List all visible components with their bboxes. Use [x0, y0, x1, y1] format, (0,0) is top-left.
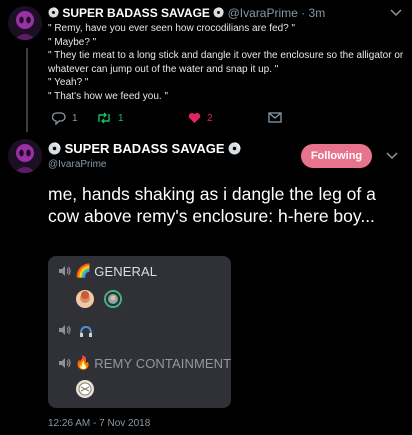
like-button[interactable]: 2 [188, 112, 213, 124]
reply-button[interactable]: 1 [52, 112, 78, 125]
chevron-down-icon[interactable] [386, 149, 398, 163]
chevron-down-icon[interactable] [390, 6, 402, 20]
cd-icon [228, 141, 241, 158]
cd-icon [213, 7, 224, 21]
voice-users [76, 290, 122, 308]
voice-channel-unnamed [58, 324, 78, 336]
handle[interactable]: @IvaraPrime [228, 6, 298, 20]
heart-icon [188, 112, 201, 124]
voice-users [76, 380, 94, 398]
like-count: 2 [207, 112, 213, 124]
display-name-row: SUPER BADASS SAVAGE [48, 141, 241, 158]
tweet-line: " Maybe? " [48, 36, 97, 48]
tweet-line: " Yeah? " [48, 77, 89, 89]
separator-dot: · [301, 6, 306, 20]
user-avatar [76, 380, 94, 398]
retweet-icon [98, 112, 110, 124]
cd-icon [48, 7, 59, 21]
avatar[interactable] [8, 139, 42, 173]
user-avatar [76, 290, 94, 308]
channel-emoji: 🌈 [75, 263, 92, 278]
user-avatar-speaking [104, 290, 122, 308]
tweet-line: " They tie meat to a long stick and dang… [48, 50, 404, 75]
voice-users [78, 324, 96, 342]
tweet-header: SUPER BADASS SAVAGE @IvaraPrime · 3m [48, 6, 325, 21]
avatar[interactable] [8, 6, 42, 40]
voice-channel-general: 🌈 GENERAL [58, 263, 157, 279]
display-name[interactable]: SUPER BADASS SAVAGE [62, 6, 210, 20]
thread-connector-line [26, 48, 28, 132]
cd-icon [48, 141, 61, 158]
speaker-icon [59, 358, 71, 368]
attached-image-voice-channels[interactable]: 🌈 GENERAL 🔥 REMY CONTAINMENT [48, 256, 231, 408]
retweet-count: 1 [118, 112, 124, 124]
share-button[interactable] [268, 112, 282, 123]
channel-emoji: 🔥 [75, 355, 92, 370]
tweet-text: " Remy, have you ever seen how crocodili… [48, 22, 404, 104]
display-name[interactable]: SUPER BADASS SAVAGE [65, 141, 225, 156]
tweet-age[interactable]: 3m [309, 6, 326, 20]
tweet-line: " That's how we feed you. " [48, 90, 168, 102]
speaker-icon [59, 325, 71, 335]
speaker-icon [59, 266, 71, 276]
reply-icon [52, 112, 66, 125]
channel-name: GENERAL [94, 263, 158, 279]
tweet-line: " Remy, have you ever seen how crocodili… [48, 23, 296, 34]
channel-name: REMY CONTAINMENT [94, 355, 231, 371]
retweet-button[interactable]: 1 [96, 112, 124, 124]
tweet-text: me, hands shaking as i dangle the leg of… [48, 184, 376, 226]
handle[interactable]: @IvaraPrime [48, 159, 107, 170]
user-avatar [78, 324, 96, 342]
envelope-icon [268, 112, 282, 123]
voice-channel-remy-containment: 🔥 REMY CONTAINMENT [58, 355, 231, 371]
following-button[interactable]: Following [301, 144, 372, 168]
reply-count: 1 [72, 113, 78, 124]
tweet-timestamp[interactable]: 12:26 AM - 7 Nov 2018 [48, 418, 150, 429]
